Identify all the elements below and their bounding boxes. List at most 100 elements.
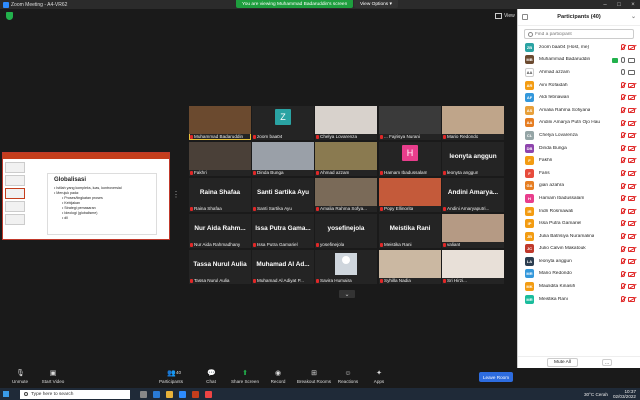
participant-row[interactable]: IR Indri Rosmawati: [518, 205, 640, 218]
muted-microphone-icon[interactable]: [621, 169, 625, 176]
muted-microphone-icon[interactable]: [621, 94, 625, 101]
participant-row[interactable]: MB Muhammad Badaruddin: [518, 54, 640, 67]
participant-row[interactable]: H Hamam Ibadussalam: [518, 192, 640, 205]
edge-icon[interactable]: [153, 390, 160, 398]
participant-search-input[interactable]: [534, 31, 633, 37]
video-tile[interactable]: ... Fajrisya Nurani: [379, 106, 441, 140]
participant-search[interactable]: [524, 29, 634, 39]
video-tile[interactable]: Syhilla Nadia: [379, 250, 441, 284]
video-tile[interactable]: Santi Sartika Ayu Santi Sartika Ayu: [252, 178, 314, 212]
video-tile[interactable]: Raina Shafaa Raina Shafaa: [189, 178, 251, 212]
muted-microphone-icon[interactable]: [621, 220, 625, 227]
participant-row[interactable]: MK Maulidita Kinasih: [518, 280, 640, 293]
microphone-icon[interactable]: [621, 56, 625, 63]
zoom-taskbar-icon[interactable]: [179, 390, 186, 398]
participant-row[interactable]: DB Dinda Bunga: [518, 142, 640, 155]
chrome-icon[interactable]: [205, 390, 212, 398]
close-panel-icon[interactable]: ⌄: [631, 13, 636, 20]
muted-microphone-icon[interactable]: [621, 232, 625, 239]
muted-microphone-icon[interactable]: [621, 283, 625, 290]
muted-microphone-icon[interactable]: [621, 182, 625, 189]
video-off-icon[interactable]: [628, 145, 635, 151]
participant-row[interactable]: CL Chelya Lovarenza: [518, 129, 640, 142]
video-tile[interactable]: Muhamad Al Ad... Muhamad Al Adiyat P...: [252, 250, 314, 284]
file-explorer-icon[interactable]: [166, 390, 173, 398]
participant-row[interactable]: MR Meistika Rani: [518, 293, 640, 306]
maximize-button[interactable]: □: [612, 0, 626, 9]
apps-button[interactable]: ✦ Apps: [359, 370, 399, 388]
video-tile[interactable]: Chelya Lovarenza: [315, 106, 377, 140]
video-tile[interactable]: yosefinejola yosefinejola: [315, 214, 377, 248]
video-tile[interactable]: Ahmad azzam: [315, 142, 377, 176]
muted-microphone-icon[interactable]: [621, 157, 625, 164]
video-off-icon[interactable]: [628, 82, 635, 88]
video-tile[interactable]: Mario Redondo: [442, 106, 504, 140]
splitter-handle-icon[interactable]: ⋮: [172, 190, 180, 199]
video-tile[interactable]: Tassa Nurul Aulia Tassa Nurul Aulia: [189, 250, 251, 284]
participant-row[interactable]: ZB zoom baa04 (Host, me): [518, 41, 640, 54]
participant-row[interactable]: AS Amalia Rahma Sofiyana: [518, 104, 640, 117]
video-off-icon[interactable]: [628, 271, 635, 277]
video-tile[interactable]: Muhammad Badaruddin: [189, 106, 251, 140]
minimize-button[interactable]: –: [598, 0, 612, 9]
video-tile[interactable]: Fakhri: [189, 142, 251, 176]
powerpoint-icon[interactable]: [192, 390, 199, 398]
video-camera-icon[interactable]: [628, 57, 635, 63]
video-off-icon[interactable]: [628, 107, 635, 113]
video-tile[interactable]: Nur Aida Rahm... Nur Aida Rahmadhany: [189, 214, 251, 248]
video-tile[interactable]: Sri Hirzi...: [442, 250, 504, 284]
video-off-icon[interactable]: [628, 246, 635, 252]
close-button[interactable]: ×: [626, 0, 640, 9]
video-tile[interactable]: Zzoom baa04: [252, 106, 314, 140]
video-tile[interactable]: Issa Putra Gama... Issa Putra Gamariel: [252, 214, 314, 248]
mute-all-button[interactable]: Mute All: [546, 358, 579, 367]
video-tile[interactable]: H Hamam Ibadussalam: [379, 142, 441, 176]
participant-row[interactable]: AR Aini Rofaidah: [518, 79, 640, 92]
video-tile[interactable]: Meistika Rani Meistika Rani: [379, 214, 441, 248]
video-tile[interactable]: Amalia Rahma Sofya...: [315, 178, 377, 212]
video-off-icon[interactable]: [628, 233, 635, 239]
video-off-icon[interactable]: [628, 95, 635, 101]
weather-status[interactable]: 30°C Cerah: [584, 392, 608, 397]
muted-microphone-icon[interactable]: [621, 144, 625, 151]
muted-microphone-icon[interactable]: [621, 119, 625, 126]
video-off-icon[interactable]: [628, 170, 635, 176]
video-off-icon[interactable]: [628, 296, 635, 302]
view-button[interactable]: View: [495, 12, 515, 20]
muted-microphone-icon[interactable]: [621, 270, 625, 277]
start-video-button[interactable]: ▣ Start Video: [33, 370, 73, 388]
video-off-icon[interactable]: [628, 259, 635, 265]
video-off-icon[interactable]: [628, 196, 635, 202]
muted-microphone-icon[interactable]: [621, 207, 625, 214]
muted-microphone-icon[interactable]: [621, 295, 625, 302]
security-shield-icon[interactable]: [6, 12, 13, 20]
gallery-next-page-button[interactable]: ⌄: [339, 290, 355, 298]
video-off-icon[interactable]: [628, 221, 635, 227]
video-tile[interactable]: Popy Ellinorita: [379, 178, 441, 212]
leave-room-button[interactable]: Leave Room: [479, 372, 513, 382]
muted-microphone-icon[interactable]: [621, 132, 625, 139]
video-off-icon[interactable]: [628, 120, 635, 126]
video-off-icon[interactable]: [628, 183, 635, 189]
muted-microphone-icon[interactable]: [621, 44, 625, 50]
participant-row[interactable]: AA Andini Amarya Putri Ojo Hau: [518, 117, 640, 130]
video-off-icon[interactable]: [628, 208, 635, 214]
video-tile[interactable]: Dinda Bunga: [252, 142, 314, 176]
record-button[interactable]: ◉ Record: [258, 370, 298, 388]
muted-microphone-icon[interactable]: [621, 81, 625, 88]
participant-row[interactable]: AF Aldi febriawan: [518, 91, 640, 104]
participant-row[interactable]: LA leonyta anggun: [518, 255, 640, 268]
video-off-icon[interactable]: [628, 45, 635, 50]
video-tile[interactable]: leonyta anggun leonyta anggun: [442, 142, 504, 176]
participant-row[interactable]: F Faris: [518, 167, 640, 180]
microphone-icon[interactable]: [621, 69, 625, 76]
participants-button[interactable]: 👥 Participants: [151, 370, 191, 388]
video-tile[interactable]: valiant: [442, 214, 504, 248]
muted-microphone-icon[interactable]: [621, 106, 625, 113]
video-tile[interactable]: Savira Humaira: [315, 250, 377, 284]
more-options-button[interactable]: ...: [602, 359, 613, 366]
video-off-icon[interactable]: [628, 284, 635, 290]
video-camera-icon[interactable]: [628, 70, 635, 76]
muted-microphone-icon[interactable]: [621, 245, 625, 252]
participant-row[interactable]: F Fakhri: [518, 154, 640, 167]
